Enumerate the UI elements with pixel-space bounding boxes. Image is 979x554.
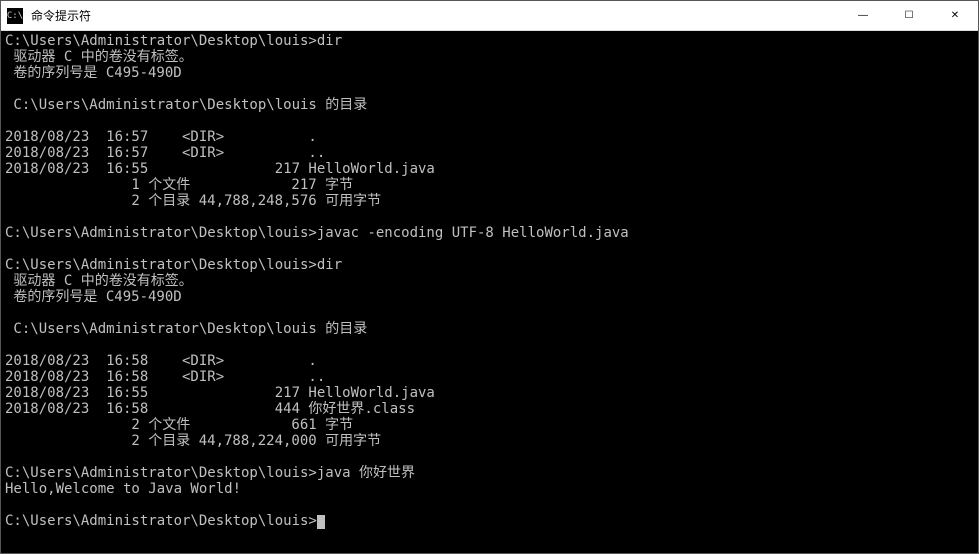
terminal-line	[5, 241, 974, 257]
terminal-line	[5, 81, 974, 97]
terminal-line: 驱动器 C 中的卷没有标签。	[5, 273, 974, 289]
terminal-line: C:\Users\Administrator\Desktop\louis>	[5, 513, 974, 529]
terminal-line	[5, 209, 974, 225]
terminal-line	[5, 305, 974, 321]
terminal-line: C:\Users\Administrator\Desktop\louis>jav…	[5, 465, 974, 481]
command-prompt-window: C:\ 命令提示符 — ☐ ✕ C:\Users\Administrator\D…	[0, 0, 979, 554]
terminal-line: C:\Users\Administrator\Desktop\louis>dir	[5, 257, 974, 273]
terminal-line: 2 个文件 661 字节	[5, 417, 974, 433]
close-button[interactable]: ✕	[932, 1, 978, 30]
terminal-line: C:\Users\Administrator\Desktop\louis 的目录	[5, 97, 974, 113]
terminal-line: C:\Users\Administrator\Desktop\louis 的目录	[5, 321, 974, 337]
cursor	[317, 515, 325, 529]
terminal-line: 驱动器 C 中的卷没有标签。	[5, 49, 974, 65]
maximize-button[interactable]: ☐	[886, 1, 932, 30]
titlebar[interactable]: C:\ 命令提示符 — ☐ ✕	[1, 1, 978, 31]
terminal-line	[5, 337, 974, 353]
terminal-line: 2018/08/23 16:55 217 HelloWorld.java	[5, 385, 974, 401]
terminal-line: 2018/08/23 16:58 444 你好世界.class	[5, 401, 974, 417]
terminal-line: 2 个目录 44,788,248,576 可用字节	[5, 193, 974, 209]
terminal-line	[5, 449, 974, 465]
terminal-line: 2018/08/23 16:58 <DIR> ..	[5, 369, 974, 385]
terminal-line: 2018/08/23 16:57 <DIR> .	[5, 129, 974, 145]
terminal-line: Hello,Welcome to Java World!	[5, 481, 974, 497]
terminal-line: 2018/08/23 16:58 <DIR> .	[5, 353, 974, 369]
cmd-icon: C:\	[7, 8, 23, 24]
terminal-line: 2018/08/23 16:55 217 HelloWorld.java	[5, 161, 974, 177]
terminal-output[interactable]: C:\Users\Administrator\Desktop\louis>dir…	[1, 31, 978, 553]
terminal-line	[5, 497, 974, 513]
terminal-line	[5, 113, 974, 129]
minimize-button[interactable]: —	[840, 1, 886, 30]
window-title: 命令提示符	[29, 7, 840, 24]
terminal-line: C:\Users\Administrator\Desktop\louis>jav…	[5, 225, 974, 241]
terminal-line: 卷的序列号是 C495-490D	[5, 289, 974, 305]
terminal-line: 2 个目录 44,788,224,000 可用字节	[5, 433, 974, 449]
terminal-line: 卷的序列号是 C495-490D	[5, 65, 974, 81]
window-controls: — ☐ ✕	[840, 1, 978, 30]
terminal-line: 1 个文件 217 字节	[5, 177, 974, 193]
terminal-line: 2018/08/23 16:57 <DIR> ..	[5, 145, 974, 161]
terminal-line: C:\Users\Administrator\Desktop\louis>dir	[5, 33, 974, 49]
